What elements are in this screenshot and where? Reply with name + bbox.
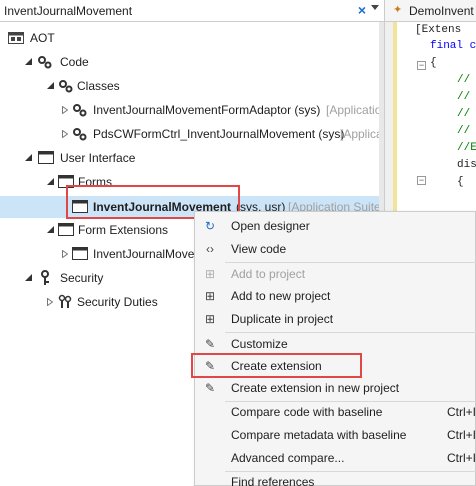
chevron-down-icon[interactable]: [371, 5, 379, 10]
code-line: final c: [430, 40, 476, 52]
class-icon: [73, 104, 87, 117]
clear-search-icon[interactable]: ×: [355, 2, 369, 18]
collapsed-arrow-icon[interactable]: [47, 298, 53, 306]
key-icon: [41, 270, 49, 285]
tree-label-classes: Classes: [77, 79, 120, 93]
menu-label: Compare code with baseline: [231, 405, 383, 419]
tree-node-classes[interactable]: Classes: [0, 75, 380, 97]
menu-item-add-to-project[interactable]: ⊞ Add to project: [195, 263, 476, 285]
add-new-project-icon: ⊞: [204, 289, 216, 303]
expanded-arrow-icon[interactable]: [25, 274, 33, 282]
tree-node-class-pdscwformctrl[interactable]: PdsCWFormCtrl_InventJournalMovement (sys…: [0, 123, 383, 145]
tree-node-class-formadaptor[interactable]: InventJournalMovementFormAdaptor (sys) […: [0, 99, 388, 121]
menu-item-view-code[interactable]: ‹› View code: [195, 238, 476, 260]
menu-label: Add to project: [231, 267, 306, 281]
wrench-icon: ✎: [204, 337, 216, 351]
menu-item-customize[interactable]: ✎ Customize: [195, 333, 476, 355]
tree-label-class-formadaptor: InventJournalMovementFormAdaptor (sys): [93, 103, 321, 117]
tree-node-aot[interactable]: AOT: [0, 27, 380, 49]
aot-icon: [8, 32, 24, 44]
tree-node-security[interactable]: Security: [0, 267, 194, 289]
create-extension-new-project-icon: ✎: [204, 381, 216, 395]
menu-label: Duplicate in project: [231, 312, 334, 326]
menu-shortcut: Ctrl+I: [447, 428, 476, 442]
form-icon: [72, 247, 88, 260]
code-icon: [38, 56, 52, 69]
tree-model-class-pdscwformctrl: [Applica: [340, 127, 383, 141]
add-to-project-icon: ⊞: [204, 267, 216, 281]
collapsed-arrow-icon[interactable]: [62, 130, 68, 138]
tree-node-form-extension-item[interactable]: InventJournalMove: [0, 243, 194, 265]
code-line: //E: [457, 142, 476, 154]
menu-label: View code: [231, 242, 287, 256]
menu-item-compare-metadata[interactable]: Compare metadata with baseline Ctrl+I: [195, 424, 476, 446]
code-line: //: [457, 91, 471, 103]
form-extensions-icon: [58, 223, 74, 236]
tree-node-security-duties[interactable]: Security Duties: [0, 291, 194, 313]
expanded-arrow-icon[interactable]: [25, 58, 33, 66]
tree-label-security: Security: [60, 271, 104, 285]
keys-icon: [58, 294, 72, 308]
menu-shortcut: Ctrl+I: [447, 451, 476, 465]
menu-item-open-designer[interactable]: ↻ Open designer: [195, 215, 476, 237]
menu-label: Find references: [231, 475, 315, 486]
tree-label-user-interface: User Interface: [60, 151, 136, 165]
menu-item-compare-code[interactable]: Compare code with baseline Ctrl+I: [195, 401, 476, 423]
code-line: //: [457, 125, 471, 137]
tree-label-security-duties: Security Duties: [77, 295, 158, 309]
editor-tab-label: DemoInvent: [409, 4, 474, 18]
collapse-icon[interactable]: −: [417, 176, 426, 185]
menu-label: Create extension in new project: [231, 381, 400, 395]
editor-tab[interactable]: ✦ DemoInvent: [385, 0, 476, 22]
tree-node-user-interface[interactable]: User Interface: [0, 147, 380, 169]
menu-item-duplicate-in-project[interactable]: ⊞ Duplicate in project: [195, 308, 476, 330]
menu-label: Customize: [231, 337, 288, 351]
menu-item-add-to-new-project[interactable]: ⊞ Add to new project: [195, 285, 476, 307]
menu-shortcut: Ctrl+I: [447, 405, 476, 419]
code-line: //: [457, 74, 471, 86]
xpp-file-icon: ✦: [393, 4, 403, 16]
code-line: //: [457, 108, 471, 120]
classes-icon: [59, 80, 73, 93]
code-line: dis: [457, 159, 476, 171]
class-icon: [73, 128, 87, 141]
tree-label-aot: AOT: [30, 31, 55, 45]
highlight-box-create-extension: [191, 353, 362, 378]
duplicate-icon: ⊞: [204, 312, 216, 326]
tree-label-code: Code: [60, 55, 89, 69]
expanded-arrow-icon[interactable]: [47, 178, 55, 186]
menu-item-create-extension-new-project[interactable]: ✎ Create extension in new project: [195, 377, 476, 399]
collapsed-arrow-icon[interactable]: [62, 106, 68, 114]
open-designer-icon: ↻: [204, 219, 216, 233]
menu-label: Add to new project: [231, 289, 331, 303]
expanded-arrow-icon[interactable]: [47, 82, 55, 90]
expanded-arrow-icon[interactable]: [25, 154, 33, 162]
menu-item-advanced-compare[interactable]: Advanced compare... Ctrl+I: [195, 447, 476, 469]
menu-item-find-references[interactable]: Find references: [195, 471, 476, 486]
tree-label-form-extension-item: InventJournalMove: [93, 247, 195, 261]
tree-label-class-pdscwformctrl: PdsCWFormCtrl_InventJournalMovement (sys…: [93, 127, 345, 141]
tree-label-form-extensions: Form Extensions: [78, 223, 169, 237]
menu-label: Open designer: [231, 219, 310, 233]
context-menu: ↻ Open designer ‹› View code ⊞ Add to pr…: [194, 211, 476, 486]
code-line: {: [457, 176, 464, 188]
search-input[interactable]: [0, 0, 330, 21]
collapse-icon[interactable]: −: [417, 61, 426, 70]
code-line: [Extens: [415, 24, 462, 36]
menu-label: Advanced compare...: [231, 451, 345, 465]
collapsed-arrow-icon[interactable]: [62, 250, 68, 258]
code-line: {: [430, 57, 437, 69]
tree-node-code[interactable]: Code: [0, 51, 380, 73]
view-code-icon: ‹›: [206, 242, 214, 256]
menu-label: Compare metadata with baseline: [231, 428, 407, 442]
expanded-arrow-icon[interactable]: [47, 226, 55, 234]
search-bar: ×: [0, 0, 384, 22]
window-icon: [38, 151, 54, 164]
